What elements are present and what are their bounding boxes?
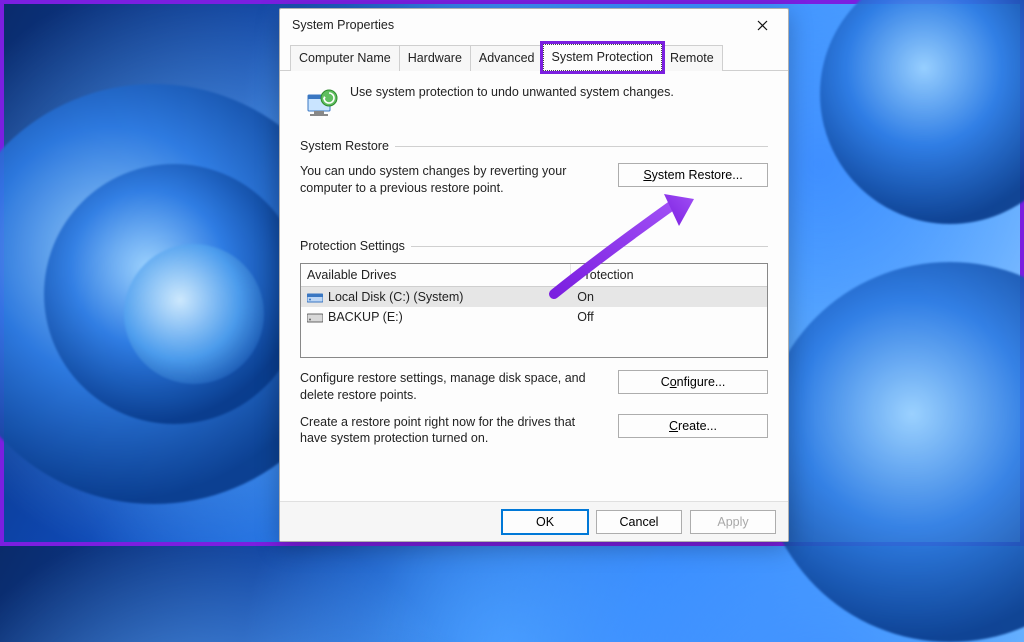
tab-advanced[interactable]: Advanced [470, 45, 544, 71]
system-restore-description: You can undo system changes by reverting… [300, 163, 604, 197]
drive-protection-status: Off [571, 307, 767, 327]
cancel-button[interactable]: Cancel [596, 510, 682, 534]
ok-button[interactable]: OK [502, 510, 588, 534]
title-bar: System Properties [280, 9, 788, 41]
system-protection-icon [300, 85, 340, 125]
tab-hardware[interactable]: Hardware [399, 45, 471, 71]
system-restore-button[interactable]: System Restore... [618, 163, 768, 187]
drive-protection-status: On [571, 287, 767, 307]
create-description: Create a restore point right now for the… [300, 414, 604, 448]
tab-remote[interactable]: Remote [661, 45, 723, 71]
drive-name: Local Disk (C:) (System) [328, 290, 463, 304]
table-row[interactable]: Local Disk (C:) (System) On [301, 287, 767, 307]
column-header-drives[interactable]: Available Drives [301, 264, 571, 287]
system-disk-icon [307, 291, 323, 303]
configure-button[interactable]: Configure... [618, 370, 768, 394]
drive-name: BACKUP (E:) [328, 310, 403, 324]
tab-system-protection[interactable]: System Protection [543, 44, 662, 71]
tab-computer-name[interactable]: Computer Name [290, 45, 400, 71]
table-row[interactable]: BACKUP (E:) Off [301, 307, 767, 327]
dialog-title: System Properties [292, 18, 394, 32]
disk-icon [307, 311, 323, 323]
column-header-protection[interactable]: Protection [571, 264, 767, 287]
configure-description: Configure restore settings, manage disk … [300, 370, 604, 404]
tab-strip: Computer Name Hardware Advanced System P… [280, 43, 788, 71]
intro-text: Use system protection to undo unwanted s… [350, 85, 674, 99]
system-properties-dialog: System Properties Computer Name Hardware… [279, 8, 789, 542]
drives-table[interactable]: Available Drives Protection Local Disk (… [300, 263, 768, 358]
create-button[interactable]: Create... [618, 414, 768, 438]
tab-content: Use system protection to undo unwanted s… [280, 71, 788, 501]
dialog-footer: OK Cancel Apply [280, 501, 788, 541]
group-protection-settings: Protection Settings [300, 239, 768, 253]
group-system-restore: System Restore [300, 139, 768, 153]
apply-button[interactable]: Apply [690, 510, 776, 534]
close-button[interactable] [742, 10, 782, 40]
